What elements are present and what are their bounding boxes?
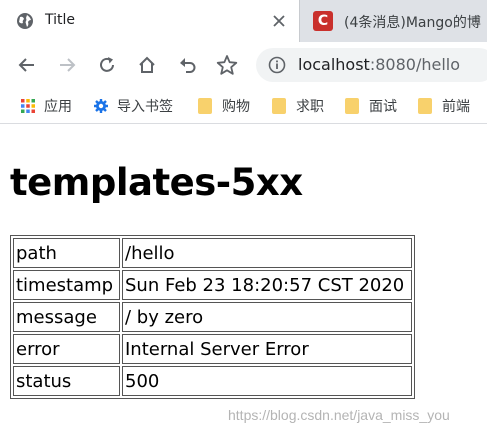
table-row: path /hello [13, 238, 412, 268]
info-icon[interactable] [268, 56, 286, 74]
undo-icon [180, 58, 196, 73]
bookmark-apps[interactable]: 应用 [20, 96, 72, 116]
folder-icon [272, 98, 286, 114]
row-value: 500 [122, 366, 412, 396]
apps-grid-icon [21, 99, 35, 113]
url-path: :8080/hello [369, 55, 460, 74]
reload-icon [100, 57, 114, 72]
tab-title: Title [45, 12, 76, 28]
tab-strip: Title C (4条消息)Mango的博 [0, 0, 487, 42]
bookmark-star-button[interactable] [215, 53, 239, 77]
toolbar: localhost:8080/hello [0, 42, 487, 88]
bookmark-label: 求职 [296, 99, 324, 115]
tab-active[interactable]: Title [0, 0, 300, 42]
star-icon [216, 55, 238, 75]
back-button[interactable] [15, 53, 39, 77]
row-key: message [13, 302, 120, 332]
home-icon [139, 56, 155, 73]
table-row: status 500 [13, 366, 412, 396]
arrow-right-icon [60, 58, 76, 72]
tab-inactive[interactable]: C (4条消息)Mango的博 [301, 0, 487, 42]
gear-icon [94, 99, 108, 113]
table-row: error Internal Server Error [13, 334, 412, 364]
bookmark-folder-shopping[interactable]: 购物 [198, 96, 250, 116]
arrow-left-icon [18, 58, 34, 72]
address-bar[interactable]: localhost:8080/hello [256, 48, 487, 82]
table-row: timestamp Sun Feb 23 18:20:57 CST 2020 [13, 270, 412, 300]
row-key: path [13, 238, 120, 268]
close-tab-icon[interactable] [270, 12, 288, 30]
bookmark-label: 面试 [369, 99, 397, 115]
bookmark-label: 导入书签 [117, 99, 173, 115]
home-button[interactable] [135, 53, 159, 77]
csdn-icon: C [313, 11, 333, 31]
watermark: https://blog.csdn.net/java_miss_you [228, 407, 450, 423]
row-value: Sun Feb 23 18:20:57 CST 2020 [122, 270, 412, 300]
row-value: /hello [122, 238, 412, 268]
row-value: / by zero [122, 302, 412, 332]
bookmarks-bar: 应用 导入书签 购物 求职 面试 前端 [0, 88, 487, 124]
folder-icon [418, 98, 432, 114]
bookmark-import[interactable]: 导入书签 [93, 96, 173, 116]
error-table: path /hello timestamp Sun Feb 23 18:20:5… [10, 235, 415, 399]
table-row: message / by zero [13, 302, 412, 332]
url-host: localhost [298, 55, 370, 74]
page-content: templates-5xx path /hello timestamp Sun … [0, 125, 487, 438]
row-key: status [13, 366, 120, 396]
bookmark-folder-jobs[interactable]: 求职 [272, 96, 324, 116]
undo-button[interactable] [175, 53, 199, 77]
row-key: timestamp [13, 270, 120, 300]
bookmark-folder-interview[interactable]: 面试 [345, 96, 397, 116]
globe-icon [17, 13, 33, 29]
forward-button[interactable] [55, 53, 79, 77]
tab-title-inactive: (4条消息)Mango的博 [344, 15, 481, 31]
folder-icon [198, 98, 212, 114]
bookmark-label: 购物 [222, 99, 250, 115]
url-text[interactable]: localhost:8080/hello [298, 55, 460, 74]
row-key: error [13, 334, 120, 364]
bookmark-label: 应用 [44, 99, 72, 115]
page-title: templates-5xx [10, 161, 303, 204]
row-value: Internal Server Error [122, 334, 412, 364]
bookmark-folder-frontend[interactable]: 前端 [418, 96, 470, 116]
bookmark-label: 前端 [442, 99, 470, 115]
folder-icon [345, 98, 359, 114]
reload-button[interactable] [95, 53, 119, 77]
